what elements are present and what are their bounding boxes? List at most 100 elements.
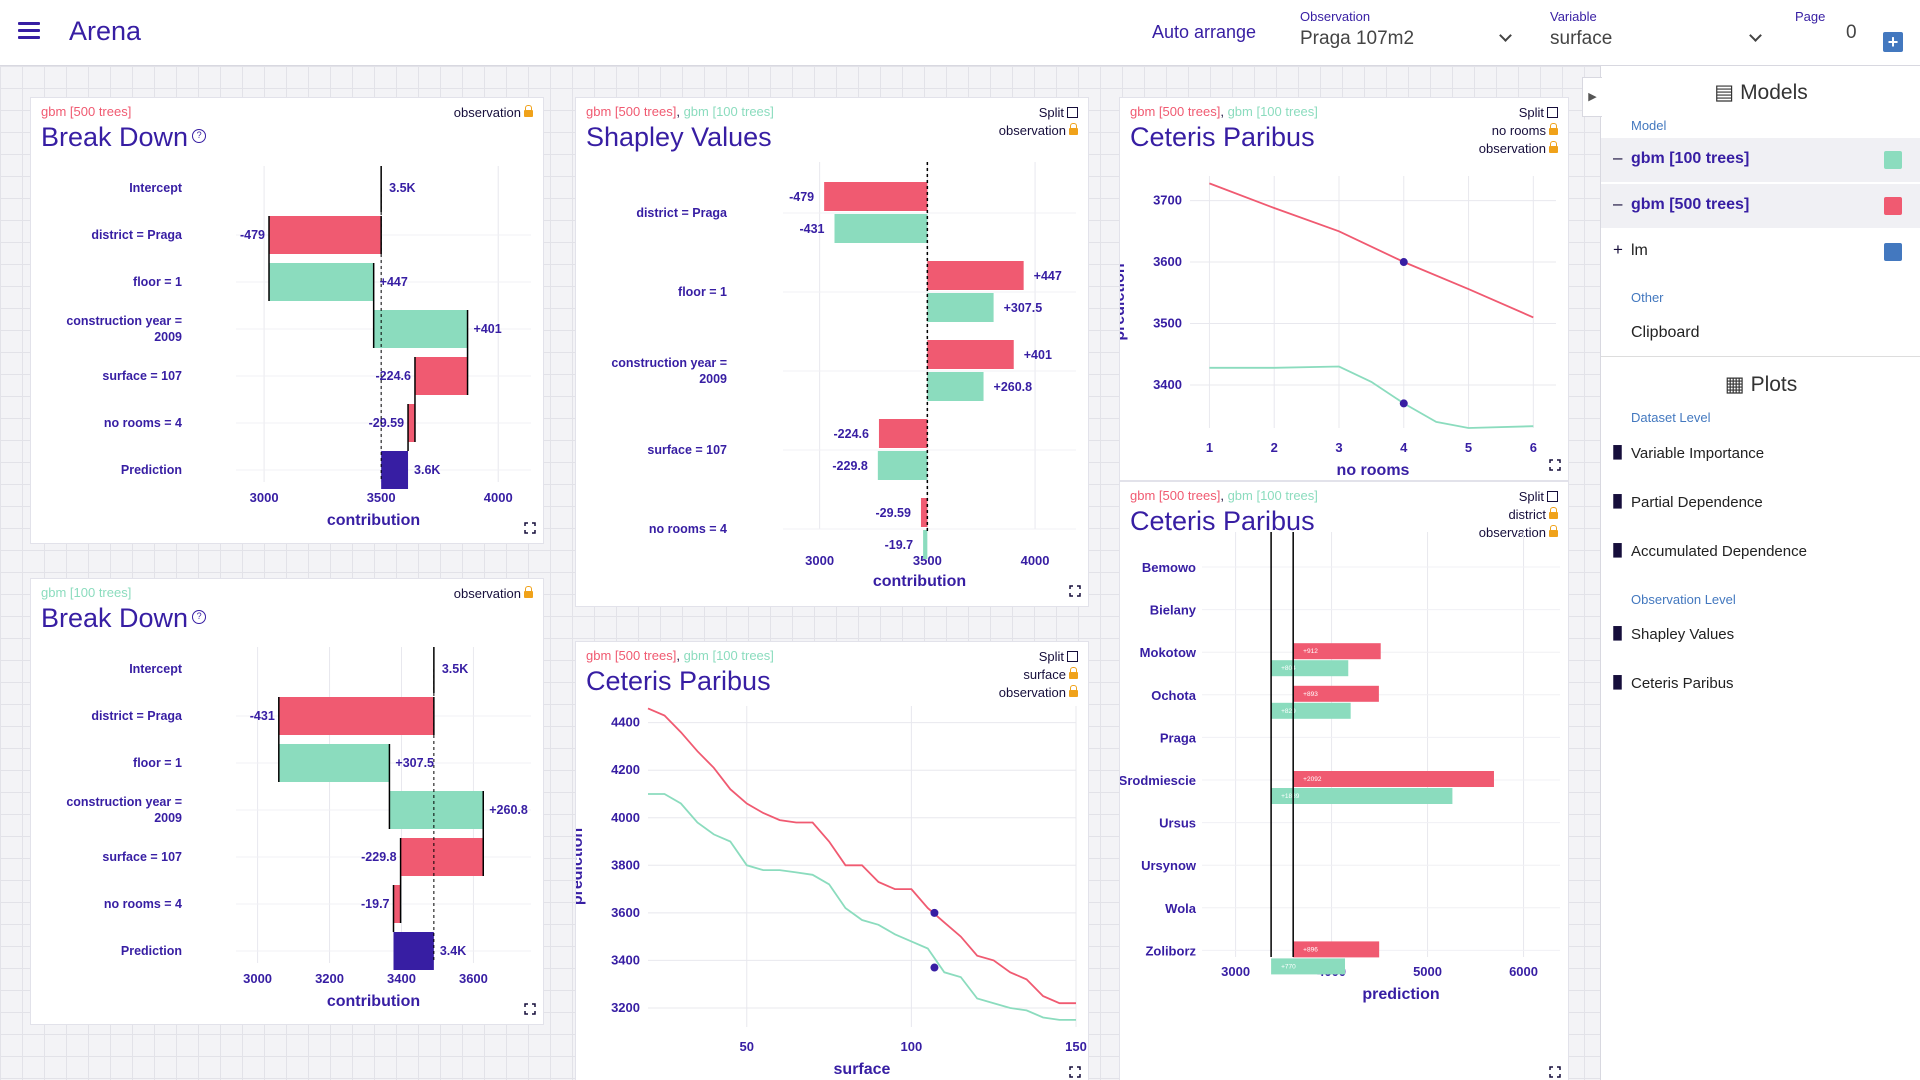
fullscreen-icon[interactable] — [1069, 585, 1081, 597]
x-tick-label: 3 — [1335, 440, 1342, 455]
plot-item-label: Accumulated Dependence — [1631, 543, 1807, 560]
shapley-values-chart: 3000 3500 4000district = Praga-479-431floo… — [611, 162, 1081, 597]
model-section-label: Model — [1631, 118, 1667, 133]
ceteris-paribus-district-chart: 3000400050006000BemowoBielanyMokotow+912… — [1120, 532, 1561, 1078]
plots-heading: ▦ Plots — [1601, 372, 1920, 397]
ceteris-paribus-panel[interactable]: gbm [500 trees], gbm [100 trees] Ceteris… — [575, 641, 1089, 1080]
plot-item[interactable]: ▐▌ Ceteris Paribus — [1601, 669, 1920, 699]
row-label: surface = 107 — [647, 443, 727, 457]
ceteris-paribus-panel[interactable]: gbm [500 trees], gbm [100 trees] Ceteris… — [1119, 481, 1569, 1080]
auto-arrange-button[interactable]: Auto arrange — [1152, 22, 1256, 43]
variable-select[interactable]: Variable surface — [1550, 9, 1762, 59]
shapley-values-panel[interactable]: gbm [500 trees], gbm [100 trees] Shapley… — [575, 97, 1089, 607]
bar — [373, 310, 468, 348]
plot-item-label: Ceteris Paribus — [1631, 675, 1734, 692]
y-tick-label: 3700 — [1153, 193, 1182, 208]
value-label: +401 — [1024, 348, 1052, 362]
plot-item[interactable]: ▐▌ Shapley Values — [1601, 620, 1920, 650]
value-label: -19.7 — [361, 897, 390, 911]
fullscreen-corner — [532, 522, 536, 526]
observation-value: Praga 107m2 — [1300, 28, 1415, 49]
category-label: Srodmiescie — [1120, 773, 1196, 788]
category-label: Ursynow — [1141, 858, 1197, 873]
add-page-icon[interactable]: + — [1883, 32, 1903, 52]
model-color-swatch[interactable] — [1884, 197, 1902, 215]
value-label: +447 — [1034, 269, 1062, 283]
fullscreen-corner — [1069, 593, 1073, 597]
app-title: Arena — [69, 16, 142, 46]
fullscreen-corner — [1549, 467, 1553, 471]
value-label: -479 — [240, 228, 265, 242]
remove-icon[interactable]: – — [1613, 148, 1622, 168]
ceteris-paribus-panel[interactable]: gbm [500 trees], gbm [100 trees] Ceteris… — [1119, 97, 1569, 481]
plot-item[interactable]: ▐▌ Partial Dependence — [1601, 488, 1920, 518]
plot-item[interactable]: ▐▌ Variable Importance — [1601, 439, 1920, 469]
bar — [408, 404, 415, 442]
value-label: -479 — [789, 190, 814, 204]
fullscreen-corner — [1077, 1074, 1081, 1078]
bar-chart-icon: ▐▌ — [1609, 675, 1627, 689]
model-item[interactable]: + lm — [1601, 230, 1920, 274]
fullscreen-corner — [1069, 1074, 1073, 1078]
menu-icon[interactable] — [18, 22, 40, 40]
break-down-chart: 3000 3500 4000 Intercept 3.5K district = Prag… — [66, 166, 536, 534]
other-section-label: Other — [1631, 290, 1664, 305]
fullscreen-icon[interactable] — [1069, 1066, 1081, 1078]
bar — [927, 340, 1014, 369]
bar — [393, 932, 434, 970]
observation-label: Observation — [1300, 9, 1371, 24]
fullscreen-icon[interactable] — [1549, 1066, 1561, 1078]
clipboard-item[interactable]: Clipboard — [1601, 312, 1920, 356]
y-axis-title: prediction — [576, 828, 586, 905]
plot-item[interactable]: ▐▌ Accumulated Dependence — [1601, 537, 1920, 567]
model-color-swatch[interactable] — [1884, 243, 1902, 261]
value-label: 3.6K — [414, 463, 440, 477]
x-tick-label: 3000 — [1221, 964, 1250, 979]
fullscreen-icon[interactable] — [524, 522, 536, 534]
fullscreen-icon[interactable] — [1549, 459, 1561, 471]
page-value[interactable]: 0 — [1846, 22, 1857, 44]
model-color-swatch[interactable] — [1884, 151, 1902, 169]
break-down-panel[interactable]: gbm [500 trees] Break Down? observation … — [30, 97, 544, 544]
y-tick-label: 3800 — [611, 857, 640, 872]
x-tick-label: 3000 — [805, 553, 834, 568]
sidebar-toggle-icon[interactable]: ▶ — [1582, 77, 1602, 117]
row-label: district = Praga — [636, 206, 728, 220]
value-label: +896 — [1303, 946, 1318, 953]
fullscreen-icon[interactable] — [524, 1003, 536, 1015]
add-icon[interactable]: + — [1613, 240, 1623, 260]
row-label: 2009 — [154, 811, 182, 825]
x-tick-label: 5 — [1465, 440, 1472, 455]
category-label: Praga — [1160, 730, 1197, 745]
fullscreen-corner — [1549, 1074, 1553, 1078]
bar — [389, 791, 484, 829]
x-axis-title: contribution — [327, 512, 420, 529]
value-label: +893 — [1303, 691, 1318, 698]
row-label: 2009 — [699, 372, 727, 386]
x-axis-title: no rooms — [1337, 462, 1410, 479]
value-label: 3.5K — [442, 662, 468, 676]
bar-chart-icon: ▐▌ — [1609, 445, 1627, 459]
model-item[interactable]: – gbm [100 trees] — [1601, 138, 1920, 182]
plots-canvas: gbm [500 trees] Break Down? observation … — [0, 66, 1600, 1080]
fullscreen-corner — [1557, 459, 1561, 463]
x-tick-label: 3200 — [315, 971, 344, 986]
break-down-chart: 3000 3200 3400 3600 Intercept 3.5K district = … — [66, 647, 536, 1015]
fullscreen-corner — [532, 1003, 536, 1007]
x-axis-title: prediction — [1362, 986, 1439, 1003]
series-line — [647, 707, 1076, 1005]
model-item[interactable]: – gbm [500 trees] — [1601, 184, 1920, 228]
observation-select[interactable]: Observation Praga 107m2 — [1300, 9, 1512, 59]
x-tick-label: 3600 — [459, 971, 488, 986]
value-label: -19.7 — [885, 538, 914, 552]
break-down-panel[interactable]: gbm [100 trees] Break Down? observation … — [30, 578, 544, 1025]
fullscreen-corner — [532, 1011, 536, 1015]
value-label: +912 — [1303, 648, 1318, 655]
observation-point — [1399, 399, 1408, 408]
remove-icon[interactable]: – — [1613, 194, 1622, 214]
sidebar: ▤ Models Model – gbm [100 trees] – gbm [500 … — [1600, 66, 1920, 1080]
fullscreen-corner — [1549, 1066, 1553, 1070]
bar — [1293, 771, 1494, 787]
y-tick-label: 3600 — [611, 905, 640, 920]
row-label: surface = 107 — [102, 850, 182, 864]
